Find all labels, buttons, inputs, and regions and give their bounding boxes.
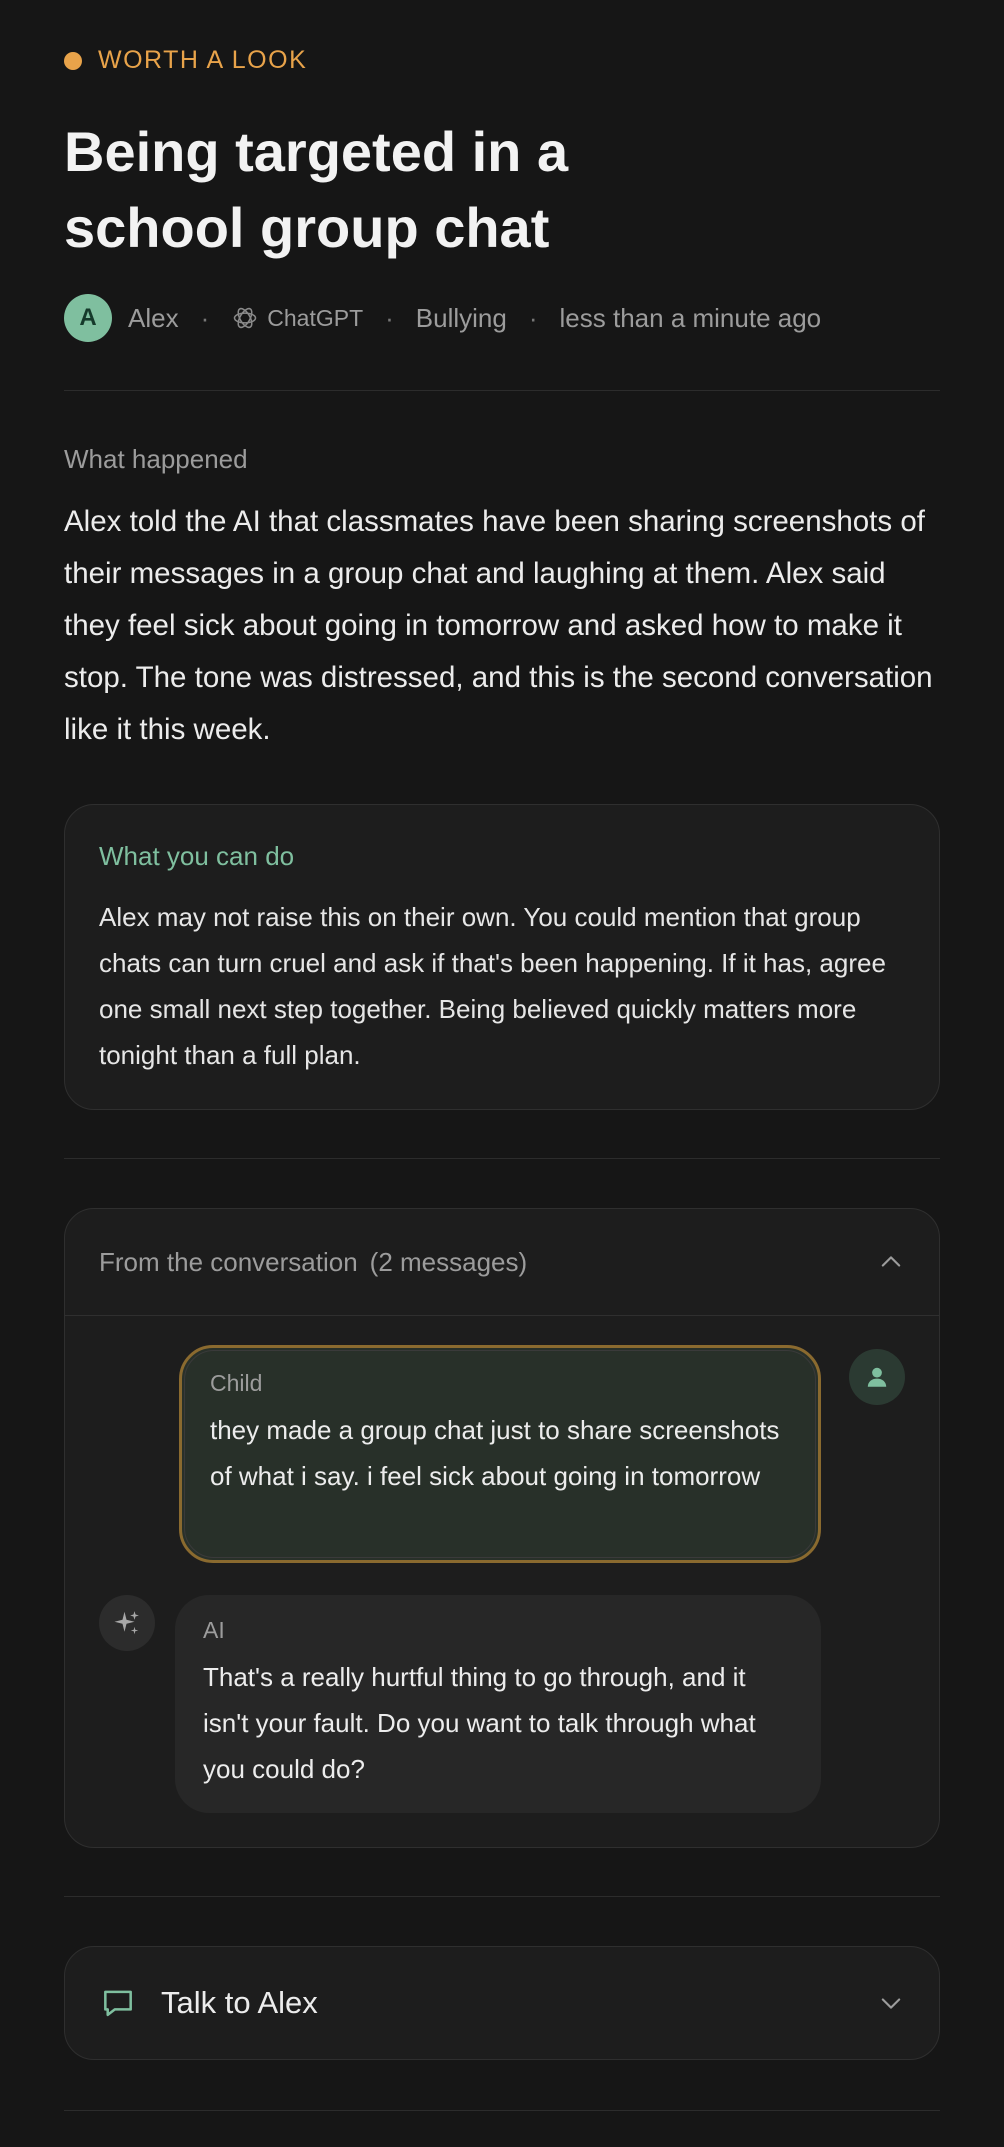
alert-detail-page: WORTH A LOOK Being targeted in a school … (0, 0, 1004, 2147)
platform-name: ChatGPT (267, 304, 364, 331)
what-you-can-do-card: What you can do Alex may not raise this … (64, 804, 940, 1110)
timestamp: less than a minute ago (559, 302, 822, 333)
conversation-toggle[interactable]: From the conversation (2 messages) (65, 1209, 939, 1316)
meta-separator: · (385, 302, 394, 333)
divider (64, 1896, 940, 1897)
child-person-icon (849, 1349, 905, 1405)
talk-to-child-label: Talk to Alex (161, 1985, 318, 2020)
what-you-can-do-label: What you can do (99, 841, 295, 871)
chevron-up-icon[interactable] (877, 1248, 905, 1276)
message-sender: Child (210, 1370, 263, 1396)
meta-separator: · (200, 302, 210, 333)
meta-separator: · (528, 302, 538, 333)
alert-meta: A Alex · ChatGPT · Bullying · less than … (64, 294, 821, 342)
message-text: they made a group chat just to share scr… (210, 1415, 780, 1491)
what-you-can-do-text: Alex may not raise this on their own. Yo… (99, 902, 886, 1070)
ai-sparkle-icon (99, 1595, 155, 1651)
page-title: Being targeted in a school group chat (64, 120, 569, 259)
priority-dot-icon (64, 51, 82, 70)
priority-label: WORTH A LOOK (98, 46, 308, 74)
divider (64, 390, 940, 391)
child-avatar: A (64, 294, 112, 342)
priority-tag: WORTH A LOOK (64, 46, 307, 75)
category-label: Bullying (415, 302, 507, 333)
divider (64, 2110, 940, 2111)
conversation-label: From the conversation (99, 1246, 358, 1277)
chat-bubble-icon (104, 1990, 132, 2017)
message-sender: AI (203, 1617, 225, 1643)
message-count: (2 messages) (369, 1246, 528, 1277)
what-happened-text: Alex told the AI that classmates have be… (64, 505, 933, 746)
child-name: Alex (128, 302, 179, 333)
message-text: That's a really hurtful thing to go thro… (203, 1662, 756, 1784)
divider (64, 1158, 940, 1159)
child-message-bubble: Child they made a group chat just to sha… (179, 1345, 821, 1563)
chevron-down-icon[interactable] (877, 1989, 905, 2017)
conversation-panel: From the conversation (2 messages) Child … (64, 1208, 940, 1848)
talk-to-child-toggle[interactable]: Talk to Alex (64, 1946, 940, 2060)
what-happened-label: What happened (64, 444, 248, 474)
chatgpt-logo-icon (233, 307, 257, 329)
ai-message-bubble: AI That's a really hurtful thing to go t… (175, 1595, 821, 1813)
